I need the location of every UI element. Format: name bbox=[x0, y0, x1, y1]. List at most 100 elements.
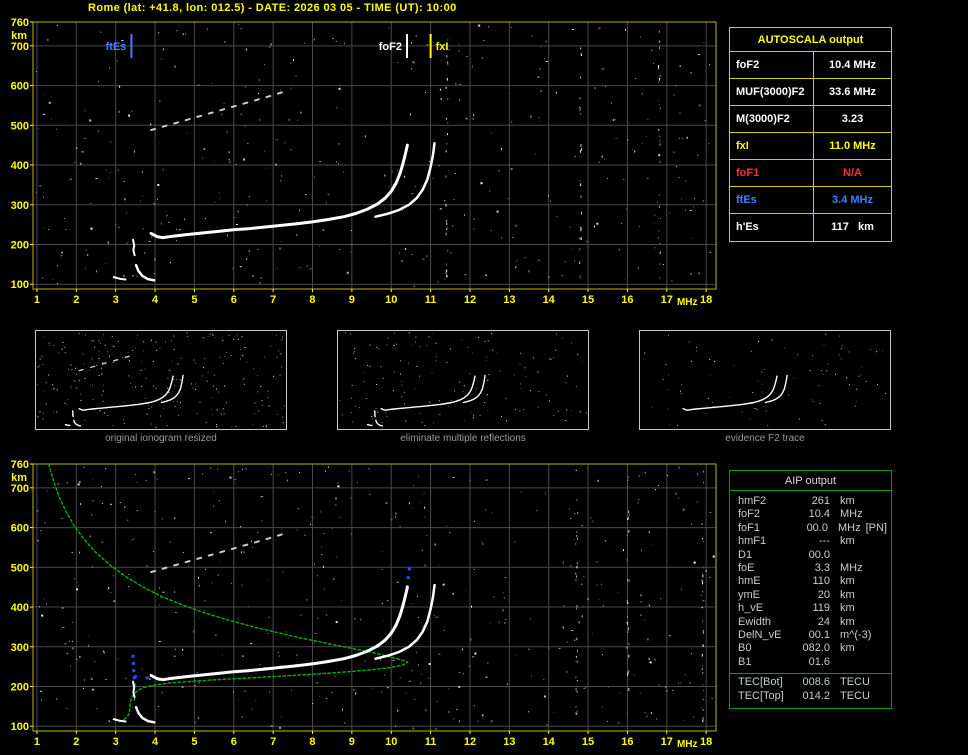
second-reflection bbox=[150, 89, 290, 132]
svg-text:9: 9 bbox=[349, 736, 355, 748]
autoscala-row-value: 3.23 bbox=[841, 113, 864, 125]
ne-profile bbox=[48, 463, 409, 723]
aip-row-value: 24 bbox=[817, 615, 830, 628]
aip-row-unit: km bbox=[840, 575, 855, 588]
svg-text:600: 600 bbox=[11, 81, 29, 93]
autoscala-row-value: 33.6 MHz bbox=[828, 86, 877, 98]
svg-text:400: 400 bbox=[11, 160, 29, 172]
svg-text:1: 1 bbox=[34, 294, 40, 306]
aip-row-unit: MHz bbox=[840, 562, 863, 575]
autoscala-row-label: fxI bbox=[730, 133, 814, 159]
ionogram-top-ylabel: km bbox=[11, 30, 27, 42]
svg-text:2: 2 bbox=[73, 736, 79, 748]
autoscala-row: fxI 11.0 MHz bbox=[730, 133, 891, 160]
aip-row: hmF2 261 km bbox=[738, 495, 887, 508]
es-hook bbox=[134, 263, 156, 282]
svg-text:11: 11 bbox=[425, 736, 437, 748]
svg-text:12: 12 bbox=[464, 736, 476, 748]
autoscala-row-value: N/A bbox=[843, 167, 862, 179]
svg-text:17: 17 bbox=[661, 736, 673, 748]
svg-text:300: 300 bbox=[11, 200, 29, 212]
svg-text:100: 100 bbox=[11, 721, 29, 733]
svg-text:200: 200 bbox=[11, 240, 29, 252]
aip-row-label: DelN_vE bbox=[738, 629, 782, 642]
svg-text:16: 16 bbox=[621, 294, 633, 306]
ionogram-bottom-xlabel: MHz bbox=[677, 739, 698, 750]
aip-tec-rows: TEC[Bot] 008.6 TECU TEC[Top] 014.2 TECU bbox=[730, 676, 891, 705]
aip-row-unit: TECU bbox=[840, 676, 870, 689]
f2-o-trace bbox=[149, 143, 409, 240]
svg-text:11: 11 bbox=[425, 294, 437, 306]
es-hook bbox=[134, 705, 156, 724]
autoscala-row-label: h'Es bbox=[730, 214, 814, 241]
aip-row-label: TEC[Bot] bbox=[738, 676, 783, 689]
svg-text:400: 400 bbox=[11, 602, 29, 614]
aip-row-label: TEC[Top] bbox=[738, 689, 784, 702]
autoscala-row-label: foF2 bbox=[730, 52, 814, 78]
svg-text:3: 3 bbox=[113, 736, 119, 748]
aip-title: AIP output bbox=[730, 471, 891, 491]
aip-row-value: 00.1 bbox=[808, 629, 830, 642]
aip-row-unit: km bbox=[840, 535, 855, 548]
svg-text:4: 4 bbox=[152, 294, 159, 306]
ionogram-top-border bbox=[32, 21, 717, 290]
svg-text:8: 8 bbox=[309, 736, 315, 748]
aip-row-unit: MHz bbox=[840, 508, 863, 521]
aip-row-label: foF2 bbox=[738, 508, 761, 521]
es-low bbox=[366, 423, 373, 427]
svg-text:760: 760 bbox=[11, 459, 29, 471]
autoscala-row: M(3000)F2 3.23 bbox=[730, 106, 891, 133]
ionogram-top: 1 2 3 4 5 6 7 8 9 10 11 12 13 14 15 16 17 181002003004005… bbox=[11, 17, 717, 308]
aip-row-note: [PN] bbox=[865, 521, 887, 534]
aip-row: foE 3.3 MHz bbox=[738, 562, 887, 575]
aip-row: ymE 20 km bbox=[738, 589, 887, 602]
svg-text:10: 10 bbox=[385, 294, 397, 306]
aip-row-unit: km bbox=[840, 615, 855, 628]
svg-text:17: 17 bbox=[661, 294, 673, 306]
svg-text:300: 300 bbox=[11, 642, 29, 654]
f-squiggle bbox=[132, 680, 136, 699]
ionogram-bottom-ylabel: km bbox=[11, 472, 27, 484]
svg-text:500: 500 bbox=[11, 120, 29, 132]
aip-row-label: hmE bbox=[738, 575, 761, 588]
svg-text:8: 8 bbox=[309, 294, 315, 306]
aip-row-label: hmF2 bbox=[738, 495, 767, 507]
aip-row-value: 10.4 bbox=[808, 508, 830, 521]
svg-text:6: 6 bbox=[231, 736, 237, 748]
ionogram-bottom: 1 2 3 4 5 6 7 8 9 10 11 12 13 14 15 16 17 181002003004005… bbox=[11, 459, 717, 750]
aip-row-value: --- bbox=[819, 535, 830, 548]
aip-row-label: foE bbox=[738, 562, 755, 575]
aip-row: Ewidth 24 km bbox=[738, 616, 887, 629]
autoscala-row: foF2 10.4 MHz bbox=[730, 52, 891, 79]
marker-label-fxI: fxI bbox=[436, 41, 449, 53]
thumb-f2trace bbox=[639, 330, 891, 430]
autoscala-row-label: foF1 bbox=[730, 160, 814, 186]
autoscala-title: AUTOSCALA output bbox=[730, 28, 891, 52]
aip-row-label: Ewidth bbox=[738, 615, 772, 628]
aip-row-value: 01.6 bbox=[808, 655, 830, 668]
svg-text:14: 14 bbox=[543, 736, 556, 748]
ionogram-bottom-noise bbox=[36, 466, 715, 730]
aip-row-label: h_vE bbox=[738, 602, 764, 615]
aip-row: TEC[Bot] 008.6 TECU bbox=[738, 676, 887, 689]
autoscala-row-value: 3.4 MHz bbox=[832, 194, 873, 206]
svg-text:2: 2 bbox=[73, 294, 79, 306]
svg-text:13: 13 bbox=[503, 294, 515, 306]
aip-rows: hmF2 261 km foF2 10.4 MHz foF1 00.0 MHz [PN] hmF1-… bbox=[730, 491, 891, 671]
aip-row-value: 20 bbox=[817, 588, 830, 601]
aip-row: DelN_vE 00.1 m^(-3) bbox=[738, 629, 887, 642]
aip-row-unit: TECU bbox=[840, 689, 870, 702]
thumb-original bbox=[35, 330, 287, 430]
svg-text:10: 10 bbox=[385, 736, 397, 748]
aip-row-value: 00.0 bbox=[808, 548, 830, 561]
autoscala-row-value: 11.0 MHz bbox=[829, 140, 876, 152]
svg-text:15: 15 bbox=[582, 294, 594, 306]
ionogram-top-noise bbox=[35, 24, 712, 287]
aip-row-label: D1 bbox=[738, 548, 753, 561]
aip-row: foF2 10.4 MHz bbox=[738, 508, 887, 521]
svg-text:760: 760 bbox=[11, 17, 29, 29]
svg-text:6: 6 bbox=[231, 294, 237, 306]
aip-row-value: 00.0 bbox=[806, 521, 828, 534]
autoscala-row-label: ftEs bbox=[730, 187, 814, 213]
aip-row-unit: km bbox=[840, 602, 855, 615]
